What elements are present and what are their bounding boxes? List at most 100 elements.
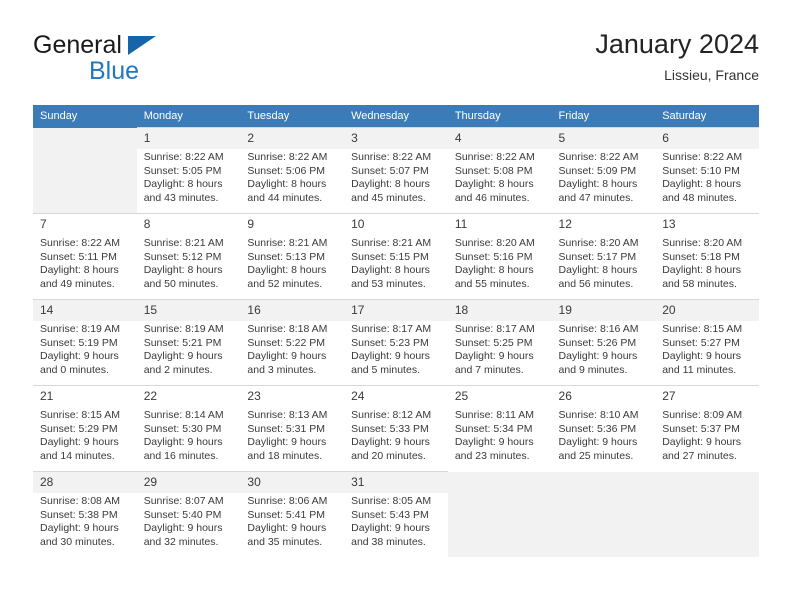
calendar-day-cell[interactable]: 1 Sunrise: 8:22 AM Sunset: 5:05 PM Daylight… [136, 127, 241, 214]
calendar-empty-cell [655, 471, 759, 557]
calendar-day-cell[interactable]: 30 Sunrise: 8:06 AM Sunset: 5:41 PM Dayligh… [240, 471, 345, 557]
calendar-day-cell[interactable]: 21 Sunrise: 8:15 AM Sunset: 5:29 PM Dayligh… [33, 385, 137, 472]
day-detail-line: Sunrise: 8:05 AM [351, 495, 432, 507]
day-detail-line: Daylight: 9 hours [351, 436, 430, 449]
calendar-day-cell[interactable]: 13 Sunrise: 8:20 AM Sunset: 5:18 PM Dayligh… [655, 213, 759, 300]
day-detail-line: Sunrise: 8:07 AM [143, 495, 224, 507]
calendar-day-cell[interactable]: 20 Sunrise: 8:15 AM Sunset: 5:27 PM Dayligh… [655, 299, 759, 386]
calendar-day-cell[interactable]: 27 Sunrise: 8:09 AM Sunset: 5:37 PM Dayligh… [655, 385, 759, 472]
day-detail-line: and 50 minutes. [143, 277, 219, 290]
day-detail-block: Sunrise: 8:18 AM Sunset: 5:22 PM Daylight:… [240, 321, 345, 385]
calendar-day-cell[interactable]: 15 Sunrise: 8:19 AM Sunset: 5:21 PM Dayligh… [136, 299, 241, 386]
day-number: 16 [247, 303, 261, 317]
day-detail-line: Sunrise: 8:08 AM [40, 495, 120, 507]
day-detail-line: Sunrise: 8:14 AM [143, 409, 224, 421]
day-detail-line: and 7 minutes. [454, 363, 524, 376]
calendar-day-cell[interactable]: 26 Sunrise: 8:10 AM Sunset: 5:36 PM Dayligh… [551, 385, 656, 472]
weekday-header-row: Sunday Monday Tuesday Wednesday Thursday Frid… [33, 105, 759, 128]
day-detail-block: Sunrise: 8:05 AM Sunset: 5:43 PM Daylight:… [344, 493, 448, 557]
day-detail-block: Sunrise: 8:10 AM Sunset: 5:36 PM Daylight:… [552, 407, 656, 471]
day-detail-line: Daylight: 8 hours [351, 178, 430, 191]
day-detail-line: and 48 minutes. [662, 191, 737, 204]
calendar-day-cell[interactable]: 7 Sunrise: 8:22 AM Sunset: 5:11 PM Daylight… [33, 213, 137, 300]
day-detail-line: Sunrise: 8:21 AM [247, 237, 328, 249]
day-detail-line: Sunrise: 8:13 AM [247, 409, 328, 421]
calendar-day-cell[interactable]: 24 Sunrise: 8:12 AM Sunset: 5:33 PM Dayligh… [344, 385, 448, 472]
day-detail-line: and 9 minutes. [558, 363, 628, 376]
calendar-day-cell[interactable]: 2 Sunrise: 8:22 AM Sunset: 5:06 PM Daylight… [240, 127, 345, 214]
day-detail-line: Sunrise: 8:22 AM [454, 151, 535, 163]
day-detail-line: Sunset: 5:05 PM [143, 164, 222, 177]
day-detail-line: Daylight: 8 hours [143, 178, 223, 191]
day-detail-line: Sunrise: 8:06 AM [247, 495, 328, 507]
day-detail-line: Sunset: 5:22 PM [247, 336, 326, 349]
day-detail-line: Sunrise: 8:22 AM [558, 151, 639, 163]
calendar-week-row: 14 Sunrise: 8:19 AM Sunset: 5:19 PM Dayligh… [33, 299, 759, 386]
day-detail-line: and 18 minutes. [247, 449, 323, 462]
calendar-day-cell[interactable]: 5 Sunrise: 8:22 AM Sunset: 5:09 PM Daylight… [551, 127, 656, 214]
calendar-day-cell[interactable]: 25 Sunrise: 8:11 AM Sunset: 5:34 PM Dayligh… [447, 385, 552, 472]
calendar-day-cell[interactable]: 4 Sunrise: 8:22 AM Sunset: 5:08 PM Daylight… [447, 127, 552, 214]
brand-logo-blue-text: Blue [89, 57, 140, 85]
calendar-day-cell[interactable]: 16 Sunrise: 8:18 AM Sunset: 5:22 PM Dayligh… [240, 299, 345, 386]
calendar-day-cell[interactable]: 22 Sunrise: 8:14 AM Sunset: 5:30 PM Dayligh… [136, 385, 241, 472]
calendar-day-cell[interactable]: 6 Sunrise: 8:22 AM Sunset: 5:10 PM Daylight… [655, 127, 759, 214]
calendar-day-cell[interactable]: 18 Sunrise: 8:17 AM Sunset: 5:25 PM Dayligh… [447, 299, 552, 386]
calendar-day-cell[interactable]: 29 Sunrise: 8:07 AM Sunset: 5:40 PM Dayligh… [136, 471, 241, 557]
day-detail-line: Sunset: 5:33 PM [351, 422, 429, 435]
calendar-day-cell[interactable]: 9 Sunrise: 8:21 AM Sunset: 5:13 PM Daylight… [240, 213, 345, 300]
weekday-header-sunday: Sunday [33, 105, 137, 128]
day-detail-line: Sunset: 5:21 PM [143, 336, 222, 349]
calendar-day-cell[interactable]: 14 Sunrise: 8:19 AM Sunset: 5:19 PM Dayligh… [33, 299, 137, 386]
day-number: 10 [351, 217, 365, 231]
day-number: 24 [351, 389, 365, 403]
day-detail-line: Daylight: 8 hours [351, 264, 430, 277]
day-detail-line: and 46 minutes. [454, 191, 530, 204]
brand-logo-general-text: General [33, 31, 122, 59]
day-detail-line: and 32 minutes. [143, 535, 219, 548]
day-number: 6 [662, 131, 669, 145]
day-detail-block: Sunrise: 8:20 AM Sunset: 5:16 PM Daylight:… [448, 235, 552, 299]
day-detail-block: Sunrise: 8:22 AM Sunset: 5:07 PM Daylight:… [344, 149, 448, 213]
day-detail-line: and 16 minutes. [143, 449, 219, 462]
day-detail-block: Sunrise: 8:22 AM Sunset: 5:05 PM Daylight:… [136, 149, 241, 213]
day-detail-line: and 14 minutes. [40, 449, 115, 462]
day-detail-line: Sunrise: 8:19 AM [143, 323, 224, 335]
day-detail-line: Sunset: 5:38 PM [40, 508, 118, 521]
day-detail-line: Daylight: 8 hours [558, 264, 638, 277]
calendar-day-cell[interactable]: 23 Sunrise: 8:13 AM Sunset: 5:31 PM Dayligh… [240, 385, 345, 472]
day-number: 1 [143, 131, 151, 145]
day-number: 15 [143, 303, 158, 317]
day-detail-line: Daylight: 9 hours [143, 350, 223, 363]
day-number: 8 [143, 217, 151, 231]
calendar-day-cell[interactable]: 12 Sunrise: 8:20 AM Sunset: 5:17 PM Dayligh… [551, 213, 656, 300]
calendar-empty-cell [447, 471, 552, 557]
calendar-day-cell[interactable]: 19 Sunrise: 8:16 AM Sunset: 5:26 PM Dayligh… [551, 299, 656, 386]
day-detail-line: Sunset: 5:19 PM [40, 336, 118, 349]
day-number: 14 [40, 303, 54, 317]
calendar-header-row: Sunday Monday Tuesday Wednesday Thursday Frid… [33, 105, 759, 128]
calendar-day-cell[interactable]: 10 Sunrise: 8:21 AM Sunset: 5:15 PM Dayligh… [344, 213, 448, 300]
day-detail-line: Sunset: 5:29 PM [40, 422, 118, 435]
day-detail-line: and 56 minutes. [558, 277, 634, 290]
day-detail-line: Sunset: 5:37 PM [662, 422, 740, 435]
day-detail-line: Sunrise: 8:21 AM [351, 237, 432, 249]
day-detail-block: Sunrise: 8:07 AM Sunset: 5:40 PM Daylight:… [136, 493, 241, 557]
calendar-day-cell[interactable]: 8 Sunrise: 8:21 AM Sunset: 5:12 PM Daylight… [136, 213, 241, 300]
day-detail-block: Sunrise: 8:20 AM Sunset: 5:18 PM Daylight:… [655, 235, 759, 299]
day-detail-line: Daylight: 8 hours [662, 178, 742, 191]
weekday-header-wednesday: Wednesday [344, 105, 448, 128]
calendar-day-cell[interactable]: 17 Sunrise: 8:17 AM Sunset: 5:23 PM Dayligh… [344, 299, 448, 386]
day-number: 25 [454, 389, 469, 403]
calendar-day-cell[interactable]: 3 Sunrise: 8:22 AM Sunset: 5:07 PM Daylight… [344, 127, 448, 214]
day-detail-line: Sunset: 5:11 PM [40, 250, 117, 263]
calendar-day-cell[interactable]: 28 Sunrise: 8:08 AM Sunset: 5:38 PM Dayligh… [33, 471, 137, 557]
calendar-day-cell[interactable]: 31 Sunrise: 8:05 AM Sunset: 5:43 PM Dayligh… [344, 471, 448, 557]
calendar-day-cell[interactable]: 11 Sunrise: 8:20 AM Sunset: 5:16 PM Dayligh… [447, 213, 552, 300]
day-detail-line: Sunset: 5:31 PM [247, 422, 326, 435]
day-detail-block: Sunrise: 8:14 AM Sunset: 5:30 PM Daylight:… [137, 407, 241, 471]
brand-logo[interactable]: General Blue [33, 32, 213, 88]
day-detail-line: Daylight: 9 hours [143, 436, 223, 449]
day-number: 26 [558, 389, 572, 403]
day-detail-block: Sunrise: 8:22 AM Sunset: 5:11 PM Daylight:… [33, 235, 137, 299]
